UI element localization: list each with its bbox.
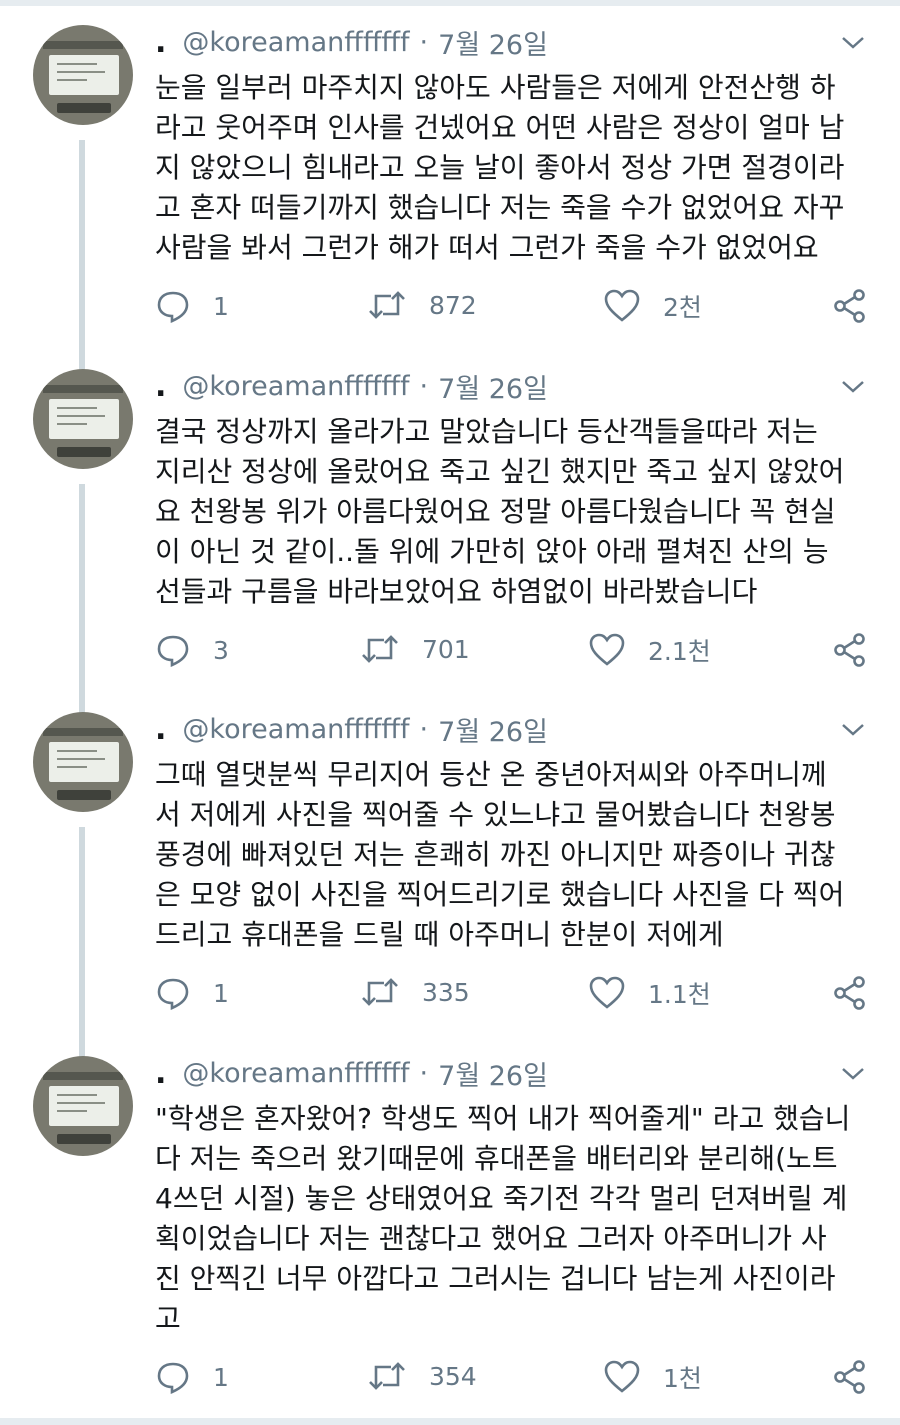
tweet-text: "학생은 혼자왔어? 학생도 찍어 내가 찍어줄게" 라고 했습니 다 저는 죽… [155,1099,875,1339]
tweet-text-line: 고 [155,1302,181,1335]
tweet-text-line: 서 저에게 사진을 찍어줄 수 있느냐고 물어봤습니다 천왕봉 [155,798,836,831]
reply-count: 1 [213,978,229,1008]
tweet-text-line: 획이었습니다 저는 괜찮다고 했어요 그러자 아주머니가 사 [155,1222,827,1255]
avatar[interactable] [33,1056,133,1156]
tweet-text-line: 선들과 구름을 바라보았어요 하염없이 바라봤습니다 [155,575,758,608]
tweet-text-line: 결국 정상까지 올라가고 말았습니다 등산객들을따라 저는 [155,415,818,448]
chevron-down-icon[interactable] [840,378,866,396]
tweet-text-line: 고 혼자 떠들기까지 했습니다 저는 죽을 수가 없었어요 자꾸 [155,191,845,224]
like-count: 2.1천 [648,637,711,666]
retweet-button[interactable]: 335 [360,975,470,1009]
reply-button[interactable]: 3 [155,632,229,668]
retweet-count: 701 [422,634,470,664]
share-icon[interactable] [832,975,868,1011]
retweet-button[interactable]: 701 [360,632,470,666]
tweet[interactable]: . @koreamanfffffff · 7월 26일 눈을 일부러 마주치지 … [0,0,900,350]
tweet-actions: 3 701 2.1천 [0,632,900,672]
retweet-count: 354 [429,1361,477,1391]
retweet-icon [362,978,398,1006]
user-handle[interactable]: @koreamanfffffff [182,714,409,745]
tweet-date[interactable]: 7월 26일 [438,710,548,749]
speech-bubble-icon [157,1362,189,1394]
user-handle[interactable]: @koreamanfffffff [182,1058,409,1089]
tweet-header: . @koreamanfffffff · 7월 26일 [155,1054,548,1093]
like-count: 1천 [663,1364,702,1393]
tweet-actions: 1 354 1천 [0,1359,900,1399]
tweet-text-line: 지 않았으니 힘내라고 오늘 날이 좋아서 정상 가면 절경이라 [155,151,845,184]
tweet-text-line: 지리산 정상에 올랐어요 죽고 싶긴 했지만 죽고 싶지 않았어 [155,455,845,488]
tweet-text: 눈을 일부러 마주치지 않아도 사람들은 저에게 안전산행 하 라고 웃어주며 … [155,68,875,268]
speech-bubble-icon [157,291,189,323]
retweet-count: 872 [429,290,477,320]
avatar[interactable] [33,712,133,812]
reply-button[interactable]: 1 [155,288,229,324]
reply-button[interactable]: 1 [155,1359,229,1395]
bottom-divider [0,1418,900,1425]
tweet-text-line: 4쓰던 시절) 놓은 상태였어요 죽기전 각각 멀리 던져버릴 계 [155,1182,848,1215]
reply-count: 1 [213,1362,229,1392]
user-handle[interactable]: @koreamanfffffff [182,371,409,402]
tweet[interactable]: . @koreamanfffffff · 7월 26일 그때 열댓분씩 무리지어… [0,687,900,1031]
tweet-date[interactable]: 7월 26일 [438,1054,548,1093]
retweet-button[interactable]: 354 [367,1359,477,1393]
heart-icon [589,976,625,1009]
heart-icon [604,1360,640,1393]
tweet-text: 그때 열댓분씩 무리지어 등산 온 중년아저씨와 아주머니께 서 저에게 사진을… [155,755,875,955]
heart-icon [589,633,625,666]
speech-bubble-icon [157,635,189,667]
user-handle[interactable]: @koreamanfffffff [182,27,409,58]
chevron-down-icon[interactable] [840,721,866,739]
tweet-actions: 1 335 1.1천 [0,975,900,1015]
chevron-down-icon[interactable] [840,34,866,52]
tweet-text-line: 드리고 휴대폰을 드릴 때 아주머니 한분이 저에게 [155,918,724,951]
like-button[interactable]: 2천 [603,288,702,324]
chevron-down-icon[interactable] [840,1065,866,1083]
tweet[interactable]: . @koreamanfffffff · 7월 26일 "학생은 혼자왔어? 학… [0,1031,900,1418]
tweet-text-line: 은 모양 없이 사진을 찍어드리기로 했습니다 사진을 다 찍어 [155,878,845,911]
tweet-text-line: 사람을 봐서 그런가 해가 떠서 그런가 죽을 수가 없었어요 [155,231,819,264]
tweet[interactable]: . @koreamanfffffff · 7월 26일 결국 정상까지 올라가고… [0,344,900,688]
tweet-header: . @koreamanfffffff · 7월 26일 [155,710,548,749]
reply-count: 3 [213,635,229,665]
retweet-icon [369,291,405,319]
tweet-text-line: 진 안찍긴 너무 아깝다고 그러시는 겁니다 남는게 사진이라 [155,1262,836,1295]
tweet-date[interactable]: 7월 26일 [438,367,548,406]
tweet-text-line: 요 천왕봉 위가 아름다웠어요 정말 아름다웠습니다 꼭 현실 [155,495,836,528]
tweet-text-line: "학생은 혼자왔어? 학생도 찍어 내가 찍어줄게" 라고 했습니 [155,1102,851,1135]
heart-icon [604,289,640,322]
like-count: 1.1천 [648,980,711,1009]
like-button[interactable]: 2.1천 [588,632,711,668]
tweet-text-line: 다 저는 죽으러 왔기때문에 휴대폰을 배터리와 분리해(노트 [155,1142,838,1175]
reply-count: 1 [213,291,229,321]
tweet-text-line: 눈을 일부러 마주치지 않아도 사람들은 저에게 안전산행 하 [155,71,836,104]
avatar[interactable] [33,369,133,469]
like-button[interactable]: 1천 [603,1359,702,1395]
tweet-text: 결국 정상까지 올라가고 말았습니다 등산객들을따라 저는 지리산 정상에 올랐… [155,412,875,612]
share-icon[interactable] [832,288,868,324]
tweet-date[interactable]: 7월 26일 [438,23,548,62]
retweet-icon [369,1362,405,1390]
share-icon[interactable] [832,1359,868,1395]
tweet-text-line: 라고 웃어주며 인사를 건넸어요 어떤 사람은 정상이 얼마 남 [155,111,845,144]
retweet-button[interactable]: 872 [367,288,477,322]
tweet-header: . @koreamanfffffff · 7월 26일 [155,367,548,406]
reply-button[interactable]: 1 [155,975,229,1011]
avatar[interactable] [33,25,133,125]
tweet-text-line: 풍경에 빠져있던 저는 흔쾌히 까진 아니지만 짜증이나 귀찮 [155,838,836,871]
tweet-header: . @koreamanfffffff · 7월 26일 [155,23,548,62]
retweet-count: 335 [422,977,470,1007]
like-button[interactable]: 1.1천 [588,975,711,1011]
like-count: 2천 [663,293,702,322]
share-icon[interactable] [832,632,868,668]
tweet-text-line: 이 아닌 것 같이..돌 위에 가만히 앉아 아래 펼쳐진 산의 능 [155,535,829,568]
tweet-actions: 1 872 2천 [0,288,900,328]
tweet-text-line: 그때 열댓분씩 무리지어 등산 온 중년아저씨와 아주머니께 [155,758,827,791]
speech-bubble-icon [157,978,189,1010]
retweet-icon [362,635,398,663]
